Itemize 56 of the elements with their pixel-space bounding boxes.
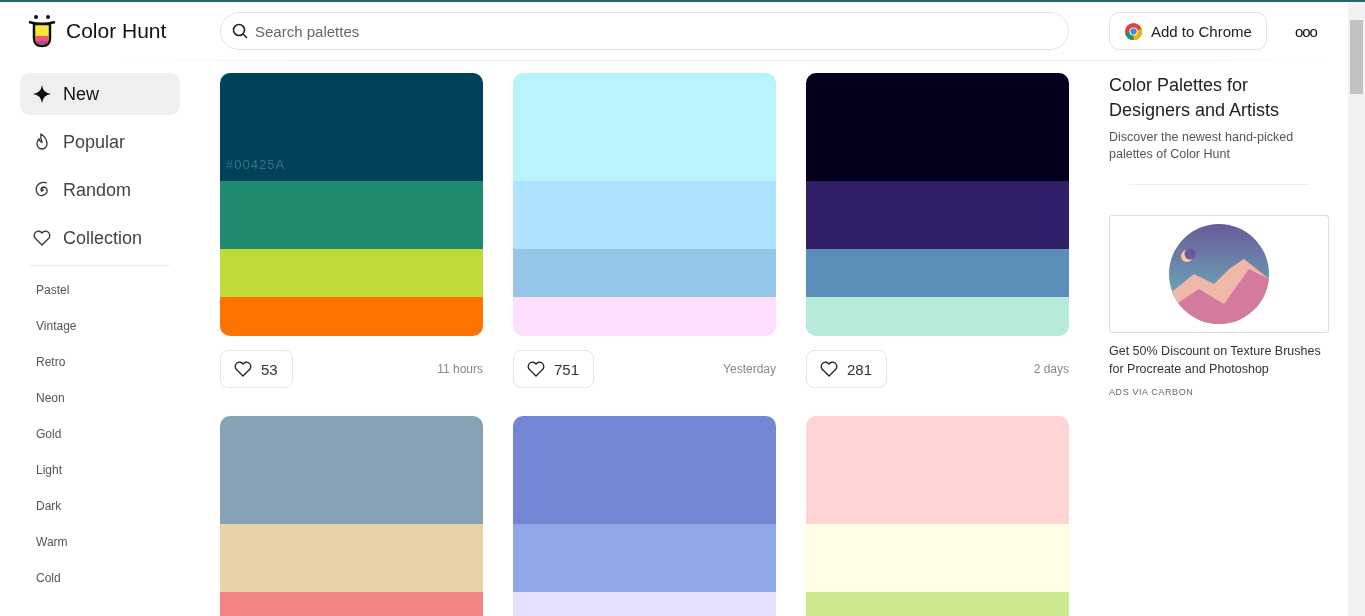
like-button[interactable]: 751 xyxy=(513,350,595,388)
scrollbar[interactable] xyxy=(1348,2,1365,616)
search-icon xyxy=(232,23,248,39)
ad-text[interactable]: Get 50% Discount on Texture Brushes for Procreate and Photoshop xyxy=(1109,342,1329,378)
logo-text[interactable]: Color Hunt xyxy=(66,19,167,43)
color-swatch[interactable] xyxy=(806,181,1069,249)
color-swatch[interactable] xyxy=(220,524,483,592)
color-swatch[interactable] xyxy=(220,297,483,336)
time-label: 11 hours xyxy=(437,362,483,376)
like-button[interactable]: 281 xyxy=(806,350,888,388)
color-swatch[interactable] xyxy=(513,297,776,336)
heart-icon xyxy=(32,228,52,248)
color-swatch[interactable] xyxy=(513,73,776,181)
color-swatch[interactable] xyxy=(220,181,483,249)
heart-icon xyxy=(233,359,253,379)
color-swatch[interactable] xyxy=(806,524,1069,592)
color-swatch[interactable] xyxy=(806,297,1069,336)
heading: Color Palettes for Designers and Artists xyxy=(1109,74,1281,122)
description: Discover the newest hand-picked palettes of Color Hunt xyxy=(1109,129,1295,163)
logo-icon xyxy=(28,14,56,48)
tag-link[interactable]: Dark xyxy=(20,494,180,530)
color-swatch[interactable] xyxy=(806,73,1069,181)
ad-image-frame[interactable] xyxy=(1109,215,1329,333)
like-button[interactable]: 53 xyxy=(220,350,293,388)
tag-link[interactable]: Pastel xyxy=(20,278,180,314)
tag-link[interactable]: Warm xyxy=(20,530,180,566)
time-label: Yesterday xyxy=(723,362,776,376)
color-swatch[interactable] xyxy=(806,416,1069,524)
nav-item[interactable]: Random xyxy=(20,169,180,211)
color-swatch[interactable] xyxy=(220,73,483,181)
time-label: 2 days xyxy=(1033,362,1069,376)
search-field[interactable]: Search palettes xyxy=(220,12,1069,50)
chrome-icon xyxy=(1124,21,1143,41)
tag-link[interactable]: Retro xyxy=(20,350,180,386)
more-button[interactable]: ooo xyxy=(1288,22,1323,40)
tag-link[interactable]: Gold xyxy=(20,422,180,458)
color-swatch[interactable] xyxy=(513,416,776,524)
tag-link[interactable]: Cold xyxy=(20,566,180,602)
color-swatch[interactable] xyxy=(220,416,483,524)
nav-item[interactable]: Collection xyxy=(20,217,180,259)
hex-code: #00425A xyxy=(226,157,286,172)
color-swatch[interactable] xyxy=(513,249,776,297)
tag-link[interactable]: Light xyxy=(20,458,180,494)
tag-link[interactable]: Vintage xyxy=(20,314,180,350)
heart-icon xyxy=(526,359,546,379)
color-swatch[interactable] xyxy=(513,181,776,249)
color-swatch[interactable] xyxy=(513,524,776,592)
color-swatch[interactable] xyxy=(806,249,1069,297)
heart-icon xyxy=(819,359,839,379)
add-to-chrome-button[interactable]: Add to Chrome xyxy=(1109,12,1267,50)
color-swatch[interactable] xyxy=(220,249,483,297)
nav-item[interactable]: Popular xyxy=(20,121,180,163)
tag-link[interactable]: Neon xyxy=(20,386,180,422)
ad-label[interactable]: ADS VIA CARBON xyxy=(1109,387,1194,397)
nav-item[interactable]: New xyxy=(20,73,180,115)
sparkle-icon xyxy=(32,84,52,104)
